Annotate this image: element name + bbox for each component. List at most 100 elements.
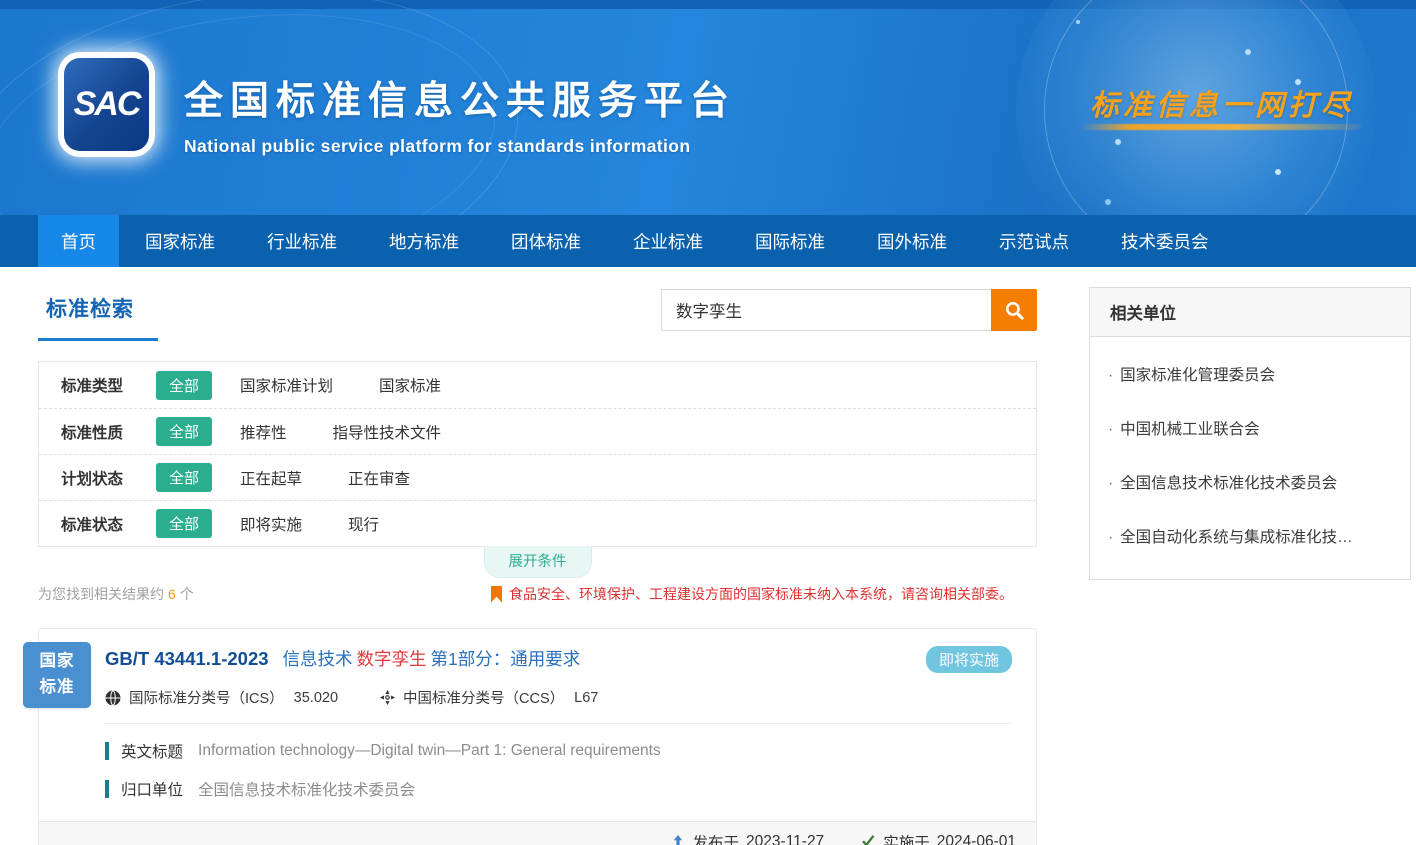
nav-item-foreign-standards[interactable]: 国外标准: [851, 215, 973, 267]
classification-row: 国际标准分类号（ICS） 35.020 中国标准分类号（CCS） L67: [105, 687, 1012, 724]
ccs-label: 中国标准分类号（CCS）: [403, 687, 564, 708]
filter-row-standard-status: 标准状态 全部 即将实施 现行: [39, 500, 1036, 546]
committee-row: 归口单位 全国信息技术标准化技术委员会: [105, 778, 1012, 800]
title-part1: 信息技术: [283, 649, 353, 669]
results-info-row: 为您找到相关结果约6个 食品安全、环境保护、工程建设方面的国家标准未纳入本系统，…: [38, 584, 1037, 604]
filter-all-badge[interactable]: 全部: [156, 417, 212, 446]
published-date: 2023-11-27: [746, 833, 824, 845]
sidebar-item-machinery-federation[interactable]: 中国机械工业联合会: [1108, 401, 1392, 455]
sac-logo[interactable]: SAC: [58, 52, 155, 157]
sidebar-item-it-standardization-committee[interactable]: 全国信息技术标准化技术委员会: [1108, 455, 1392, 509]
search-input[interactable]: [661, 289, 991, 331]
filter-label: 标准性质: [61, 421, 156, 443]
published-label: 发布于: [693, 831, 740, 845]
nav-item-international-standards[interactable]: 国际标准: [729, 215, 851, 267]
site-title: 全国标准信息公共服务平台: [184, 70, 736, 126]
result-title-row: GB/T 43441.1-2023 信息技术数字孪生第1部分：通用要求 即将实施: [105, 646, 1012, 673]
sidebar-item-sac[interactable]: 国家标准化管理委员会: [1108, 347, 1392, 401]
ccs-value: L67: [574, 690, 598, 706]
nav-item-technical-committee[interactable]: 技术委员会: [1095, 215, 1235, 267]
nav-item-group-standards[interactable]: 团体标准: [485, 215, 607, 267]
related-units-title: 相关单位: [1090, 288, 1410, 337]
sidebar: 相关单位 国家标准化管理委员会 中国机械工业联合会 全国信息技术标准化技术委员会…: [1089, 287, 1411, 845]
ics-label: 国际标准分类号（ICS）: [129, 687, 284, 708]
english-title-value: Information technology—Digital twin—Part…: [198, 742, 661, 760]
expand-conditions-button[interactable]: 展开条件: [484, 546, 592, 578]
filter-option[interactable]: 国家标准计划: [240, 374, 333, 396]
filter-all-badge[interactable]: 全部: [156, 371, 212, 400]
filter-all-badge[interactable]: 全部: [156, 463, 212, 492]
filter-label: 标准状态: [61, 513, 156, 535]
title-highlight: 数字孪生: [353, 649, 431, 669]
filter-row-plan-status: 计划状态 全部 正在起草 正在审查: [39, 454, 1036, 500]
filter-option[interactable]: 指导性技术文件: [333, 421, 442, 443]
committee-label: 归口单位: [121, 778, 183, 800]
implemented-label: 实施于: [883, 831, 930, 845]
header-titles: 全国标准信息公共服务平台 National public service pla…: [184, 70, 736, 157]
search-box: [661, 289, 1037, 331]
globe-icon: [105, 690, 121, 706]
results-notice: 食品安全、环境保护、工程建设方面的国家标准未纳入本系统，请咨询相关部委。: [491, 584, 1013, 604]
bookmark-icon: [491, 586, 502, 603]
filter-row-standard-nature: 标准性质 全部 推荐性 指导性技术文件: [39, 408, 1036, 454]
teal-bar: [105, 780, 109, 798]
main-column: 标准检索 标准类型 全部 国家标准计划 国家标准: [38, 287, 1037, 845]
filter-all-badge[interactable]: 全部: [156, 509, 212, 538]
status-badge: 即将实施: [926, 646, 1012, 673]
results-summary-suffix: 个: [180, 586, 194, 602]
filter-label: 标准类型: [61, 374, 156, 396]
notice-text: 食品安全、环境保护、工程建设方面的国家标准未纳入本系统，请咨询相关部委。: [509, 584, 1013, 604]
header-slogan: 标准信息一网打尽: [1090, 82, 1354, 124]
nav-item-industry-standards[interactable]: 行业标准: [241, 215, 363, 267]
filter-row-standard-type: 标准类型 全部 国家标准计划 国家标准: [39, 362, 1036, 408]
nav-item-pilot[interactable]: 示范试点: [973, 215, 1095, 267]
english-title-label: 英文标题: [121, 740, 183, 762]
filter-option[interactable]: 现行: [348, 513, 379, 535]
search-button[interactable]: [991, 289, 1037, 331]
ics-value: 35.020: [294, 690, 338, 706]
page-title: 标准检索: [38, 287, 158, 341]
filter-option[interactable]: 正在审查: [348, 467, 410, 489]
type-badge-line1: 国家: [40, 649, 75, 675]
committee-value: 全国信息技术标准化技术委员会: [198, 778, 415, 800]
result-card: 国家 标准 GB/T 43441.1-2023 信息技术数字孪生第1部分：通用要…: [38, 628, 1037, 845]
filter-option[interactable]: 国家标准: [379, 374, 441, 396]
ccs-compass-icon: [380, 690, 395, 705]
result-card-body: GB/T 43441.1-2023 信息技术数字孪生第1部分：通用要求 即将实施…: [39, 629, 1036, 800]
related-units-list: 国家标准化管理委员会 中国机械工业联合会 全国信息技术标准化技术委员会 全国自动…: [1090, 337, 1410, 579]
publish-upload-icon: [670, 834, 686, 845]
nav-item-enterprise-standards[interactable]: 企业标准: [607, 215, 729, 267]
standard-code-link[interactable]: GB/T 43441.1-2023: [105, 648, 269, 670]
published-date-item: 发布于 2023-11-27: [670, 831, 825, 845]
content-area: 标准检索 标准类型 全部 国家标准计划 国家标准: [0, 267, 1416, 845]
sidebar-item-automation-systems-committee[interactable]: 全国自动化系统与集成标准化技…: [1108, 509, 1392, 563]
implemented-date: 2024-06-01: [937, 833, 1016, 845]
english-title-row: 英文标题 Information technology—Digital twin…: [105, 740, 1012, 762]
nav-item-local-standards[interactable]: 地方标准: [363, 215, 485, 267]
results-count: 6: [164, 586, 180, 602]
filter-label: 计划状态: [61, 467, 156, 489]
standard-type-badge: 国家 标准: [23, 642, 91, 708]
teal-bar: [105, 742, 109, 760]
filter-panel: 标准类型 全部 国家标准计划 国家标准 标准性质 全部 推荐性 指导性技术文件 …: [38, 361, 1037, 547]
search-icon: [1004, 300, 1025, 321]
site-header: SAC 全国标准信息公共服务平台 National public service…: [0, 0, 1416, 215]
results-summary-prefix: 为您找到相关结果约: [38, 586, 164, 602]
result-card-footer: 发布于 2023-11-27 实施于 2024-06-01: [39, 821, 1036, 845]
implement-check-icon: [860, 834, 876, 845]
related-units-panel: 相关单位 国家标准化管理委员会 中国机械工业联合会 全国信息技术标准化技术委员会…: [1089, 287, 1411, 580]
title-part2: 第1部分：通用要求: [431, 649, 581, 669]
filter-option[interactable]: 正在起草: [240, 467, 302, 489]
sac-logo-text: SAC: [74, 85, 140, 124]
sac-logo-inner: SAC: [64, 58, 149, 151]
search-section-header: 标准检索: [38, 287, 1037, 349]
filter-option[interactable]: 即将实施: [240, 513, 302, 535]
slogan-underline: [1080, 124, 1363, 130]
results-summary: 为您找到相关结果约6个: [38, 584, 194, 604]
nav-item-home[interactable]: 首页: [38, 215, 119, 267]
nav-item-national-standards[interactable]: 国家标准: [119, 215, 241, 267]
filter-option[interactable]: 推荐性: [240, 421, 287, 443]
standard-title-link[interactable]: 信息技术数字孪生第1部分：通用要求: [283, 646, 581, 671]
type-badge-line2: 标准: [40, 675, 75, 701]
site-subtitle: National public service platform for sta…: [184, 136, 736, 157]
